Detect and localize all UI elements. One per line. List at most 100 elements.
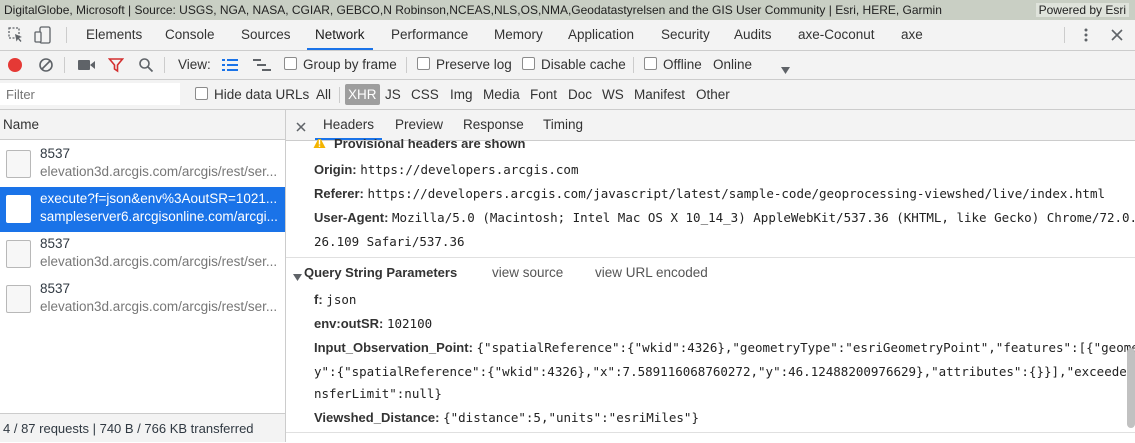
provisional-headers-notice: Provisional headers are shown xyxy=(334,139,634,151)
tab-axe[interactable]: axe xyxy=(901,20,923,50)
collapse-triangle-icon[interactable] xyxy=(293,269,302,281)
request-name: 8537 xyxy=(40,236,71,251)
divider xyxy=(64,57,65,73)
divider xyxy=(633,57,634,73)
file-icon xyxy=(6,195,31,223)
request-name: 8537 xyxy=(40,281,71,296)
header-referer: Referer: https://developers.arcgis.com/j… xyxy=(314,186,1105,201)
powered-by-esri[interactable]: Powered by Esri xyxy=(1035,3,1129,17)
view-url-encoded-link[interactable]: view URL encoded xyxy=(595,265,708,280)
inspect-element-icon[interactable] xyxy=(8,27,24,43)
param-value-continued: y":{"spatialReference":{"wkid":4326},"x"… xyxy=(314,364,1135,379)
filter-type-ws[interactable]: WS xyxy=(602,80,624,109)
tab-elements[interactable]: Elements xyxy=(86,20,142,50)
view-source-link[interactable]: view source xyxy=(492,265,563,280)
filter-type-all[interactable]: All xyxy=(316,80,331,109)
request-row[interactable]: 8537 elevation3d.arcgis.com/arcgis/rest/… xyxy=(0,232,285,277)
header-key: Origin: xyxy=(314,162,357,177)
tab-memory[interactable]: Memory xyxy=(494,20,543,50)
tab-network[interactable]: Network xyxy=(307,20,372,50)
tab-performance[interactable]: Performance xyxy=(391,20,468,50)
header-user-agent: User-Agent: Mozilla/5.0 (Macintosh; Inte… xyxy=(314,210,1135,225)
query-string-section-title[interactable]: Query String Parameters xyxy=(304,265,457,280)
param-value: {"distance":5,"units":"esriMiles"} xyxy=(443,410,699,425)
large-rows-icon[interactable] xyxy=(222,59,238,71)
param-value: {"spatialReference":{"wkid":4326},"geome… xyxy=(476,340,1135,355)
tab-response[interactable]: Response xyxy=(463,110,524,140)
waterfall-overview-icon[interactable] xyxy=(253,59,271,71)
divider xyxy=(339,87,340,103)
filter-type-media[interactable]: Media xyxy=(483,80,520,109)
screenshot-camera-icon[interactable] xyxy=(78,59,96,71)
detail-tabbar: Headers Preview Response Timing xyxy=(286,110,1135,141)
tab-security[interactable]: Security xyxy=(661,20,710,50)
request-list-panel: Name 8537 elevation3d.arcgis.com/arcgis/… xyxy=(0,110,286,442)
tab-headers[interactable]: Headers xyxy=(314,110,383,140)
filter-type-img[interactable]: Img xyxy=(450,80,473,109)
hide-data-urls-checkbox[interactable]: Hide data URLs xyxy=(195,80,309,109)
checkbox-box[interactable] xyxy=(195,87,208,100)
record-icon[interactable] xyxy=(8,58,22,72)
request-row-selected[interactable]: execute?f=json&env%3AoutSR=1021... sampl… xyxy=(0,187,285,232)
request-path: elevation3d.arcgis.com/arcgis/rest/ser..… xyxy=(40,299,278,314)
header-origin: Origin: https://developers.arcgis.com xyxy=(314,162,578,177)
checkbox-box[interactable] xyxy=(284,57,297,70)
filter-type-doc[interactable]: Doc xyxy=(568,80,592,109)
more-options-icon[interactable] xyxy=(1080,27,1092,43)
param-key: Input_Observation_Point: xyxy=(314,340,473,355)
checkbox-box[interactable] xyxy=(644,57,657,70)
request-detail-panel: Headers Preview Response Timing Provisio… xyxy=(286,110,1135,442)
vertical-scrollbar-thumb[interactable] xyxy=(1127,348,1135,428)
filter-bar: Hide data URLs All XHR JS CSS Img Media … xyxy=(0,80,1135,110)
disable-cache-checkbox[interactable]: Disable cache xyxy=(522,51,626,79)
filter-funnel-icon[interactable] xyxy=(107,57,125,73)
tab-sources[interactable]: Sources xyxy=(241,20,291,50)
close-devtools-icon[interactable] xyxy=(1110,28,1124,42)
filter-type-xhr[interactable]: XHR xyxy=(345,84,380,105)
request-row[interactable]: 8537 elevation3d.arcgis.com/arcgis/rest/… xyxy=(0,142,285,187)
preserve-log-checkbox[interactable]: Preserve log xyxy=(417,51,512,79)
group-by-frame-checkbox[interactable]: Group by frame xyxy=(284,51,397,79)
device-toolbar-icon[interactable] xyxy=(34,26,52,44)
request-name: execute?f=json&env%3AoutSR=1021... xyxy=(40,191,278,206)
filter-type-manifest[interactable]: Manifest xyxy=(634,80,685,109)
close-detail-icon[interactable] xyxy=(296,120,306,132)
request-name: 8537 xyxy=(40,146,71,161)
file-icon xyxy=(6,285,31,313)
file-icon xyxy=(6,240,31,268)
devtools-main-tabbar: Elements Console Sources Network Perform… xyxy=(0,20,1135,51)
group-by-frame-label: Group by frame xyxy=(303,57,397,72)
map-attribution-bar: DigitalGlobe, Microsoft | Source: USGS, … xyxy=(0,0,1135,20)
offline-checkbox[interactable]: Offline xyxy=(644,51,702,79)
tab-console[interactable]: Console xyxy=(165,20,215,50)
attribution-text: DigitalGlobe, Microsoft | Source: USGS, … xyxy=(4,3,942,17)
checkbox-box[interactable] xyxy=(417,57,430,70)
divider xyxy=(1064,27,1065,43)
offline-label: Offline xyxy=(663,57,702,72)
checkbox-box[interactable] xyxy=(522,57,535,70)
search-icon[interactable] xyxy=(138,57,154,73)
divider xyxy=(164,57,165,73)
chevron-down-icon[interactable] xyxy=(781,62,790,74)
filter-type-js[interactable]: JS xyxy=(385,80,401,109)
tab-axe-coconut[interactable]: axe-Coconut xyxy=(798,20,875,50)
filter-type-other[interactable]: Other xyxy=(696,80,730,109)
tab-timing[interactable]: Timing xyxy=(543,110,583,140)
param-value: json xyxy=(326,292,357,307)
network-status-summary: 4 / 87 requests | 740 B / 766 KB transfe… xyxy=(0,413,285,442)
tab-audits[interactable]: Audits xyxy=(734,20,772,50)
clear-icon[interactable] xyxy=(38,57,54,73)
request-path: elevation3d.arcgis.com/arcgis/rest/ser..… xyxy=(40,164,278,179)
param-value: 102100 xyxy=(386,316,433,331)
param-key: f: xyxy=(314,292,323,307)
tab-preview[interactable]: Preview xyxy=(395,110,443,140)
query-param-input-observation-point: Input_Observation_Point: {"spatialRefere… xyxy=(314,340,1135,355)
filter-input[interactable] xyxy=(0,83,180,105)
filter-type-font[interactable]: Font xyxy=(530,80,557,109)
request-row[interactable]: 8537 elevation3d.arcgis.com/arcgis/rest/… xyxy=(0,277,285,322)
throttling-select[interactable]: Online xyxy=(713,51,752,79)
filter-type-css[interactable]: CSS xyxy=(411,80,439,109)
name-column-header[interactable]: Name xyxy=(0,110,285,140)
param-value-continued: nsferLimit":null} xyxy=(314,386,442,401)
tab-application[interactable]: Application xyxy=(568,20,634,50)
